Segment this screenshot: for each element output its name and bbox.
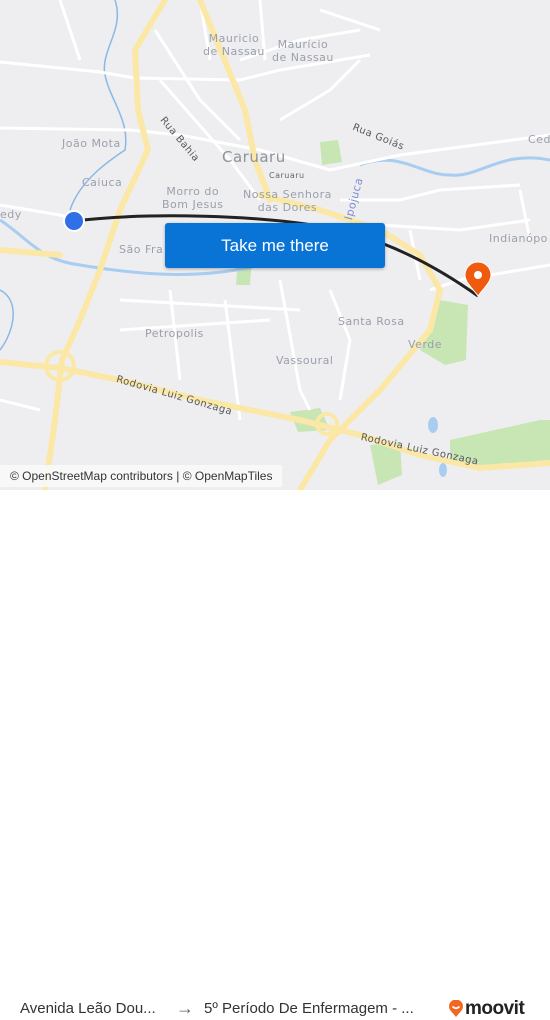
label-nossa-senhora: Nossa Senhora das Dores <box>243 188 332 214</box>
moovit-wordmark: moovit <box>465 998 525 1019</box>
label-caiuca: Caiuca <box>82 176 123 189</box>
label-caruaru-small: Caruaru <box>269 171 305 180</box>
label-morro-bom-jesus: Morro do Bom Jesus <box>162 185 224 211</box>
label-sao-francisco: São Fra <box>119 243 164 256</box>
label-kennedy: edy <box>0 208 22 221</box>
label-verde: Verde <box>408 338 443 351</box>
arrow-right-icon: → <box>176 998 194 1018</box>
label-cedro: Ced <box>528 133 550 146</box>
label-vassoural: Vassoural <box>276 354 334 367</box>
footer-bar: Avenida Leão Dou... → 5º Período De Enfe… <box>0 490 550 1019</box>
ipojuca-river <box>359 156 550 177</box>
pond <box>428 417 438 433</box>
park-area <box>320 140 342 165</box>
map-attribution[interactable]: © OpenStreetMap contributors | © OpenMap… <box>0 465 283 487</box>
moovit-pin-icon <box>449 1000 463 1017</box>
label-mauricio-nassau: Mauricio de Nassau <box>203 32 265 58</box>
label-indianopolis: Indianópo <box>489 232 548 245</box>
label-santa-rosa: Santa Rosa <box>338 315 405 328</box>
pond <box>439 463 447 477</box>
label-joao-mota: João Mota <box>62 137 121 150</box>
label-caruaru: Caruaru <box>222 148 286 166</box>
label-petropolis: Petropolis <box>145 327 204 340</box>
destination-name: 5º Período De Enfermagem - ... <box>204 1000 414 1017</box>
river <box>0 289 14 351</box>
map[interactable]: Mauricio de Nassau Maurício de Nassau Rua … <box>0 0 550 490</box>
origin-name: Avenida Leão Dou... <box>20 1000 156 1017</box>
take-me-there-button[interactable]: Take me there <box>165 223 385 268</box>
label-mauricio-nassau-2: Maurício de Nassau <box>272 38 334 64</box>
moovit-logo[interactable]: moovit <box>448 998 525 1020</box>
origin-dot-icon[interactable] <box>65 212 83 230</box>
